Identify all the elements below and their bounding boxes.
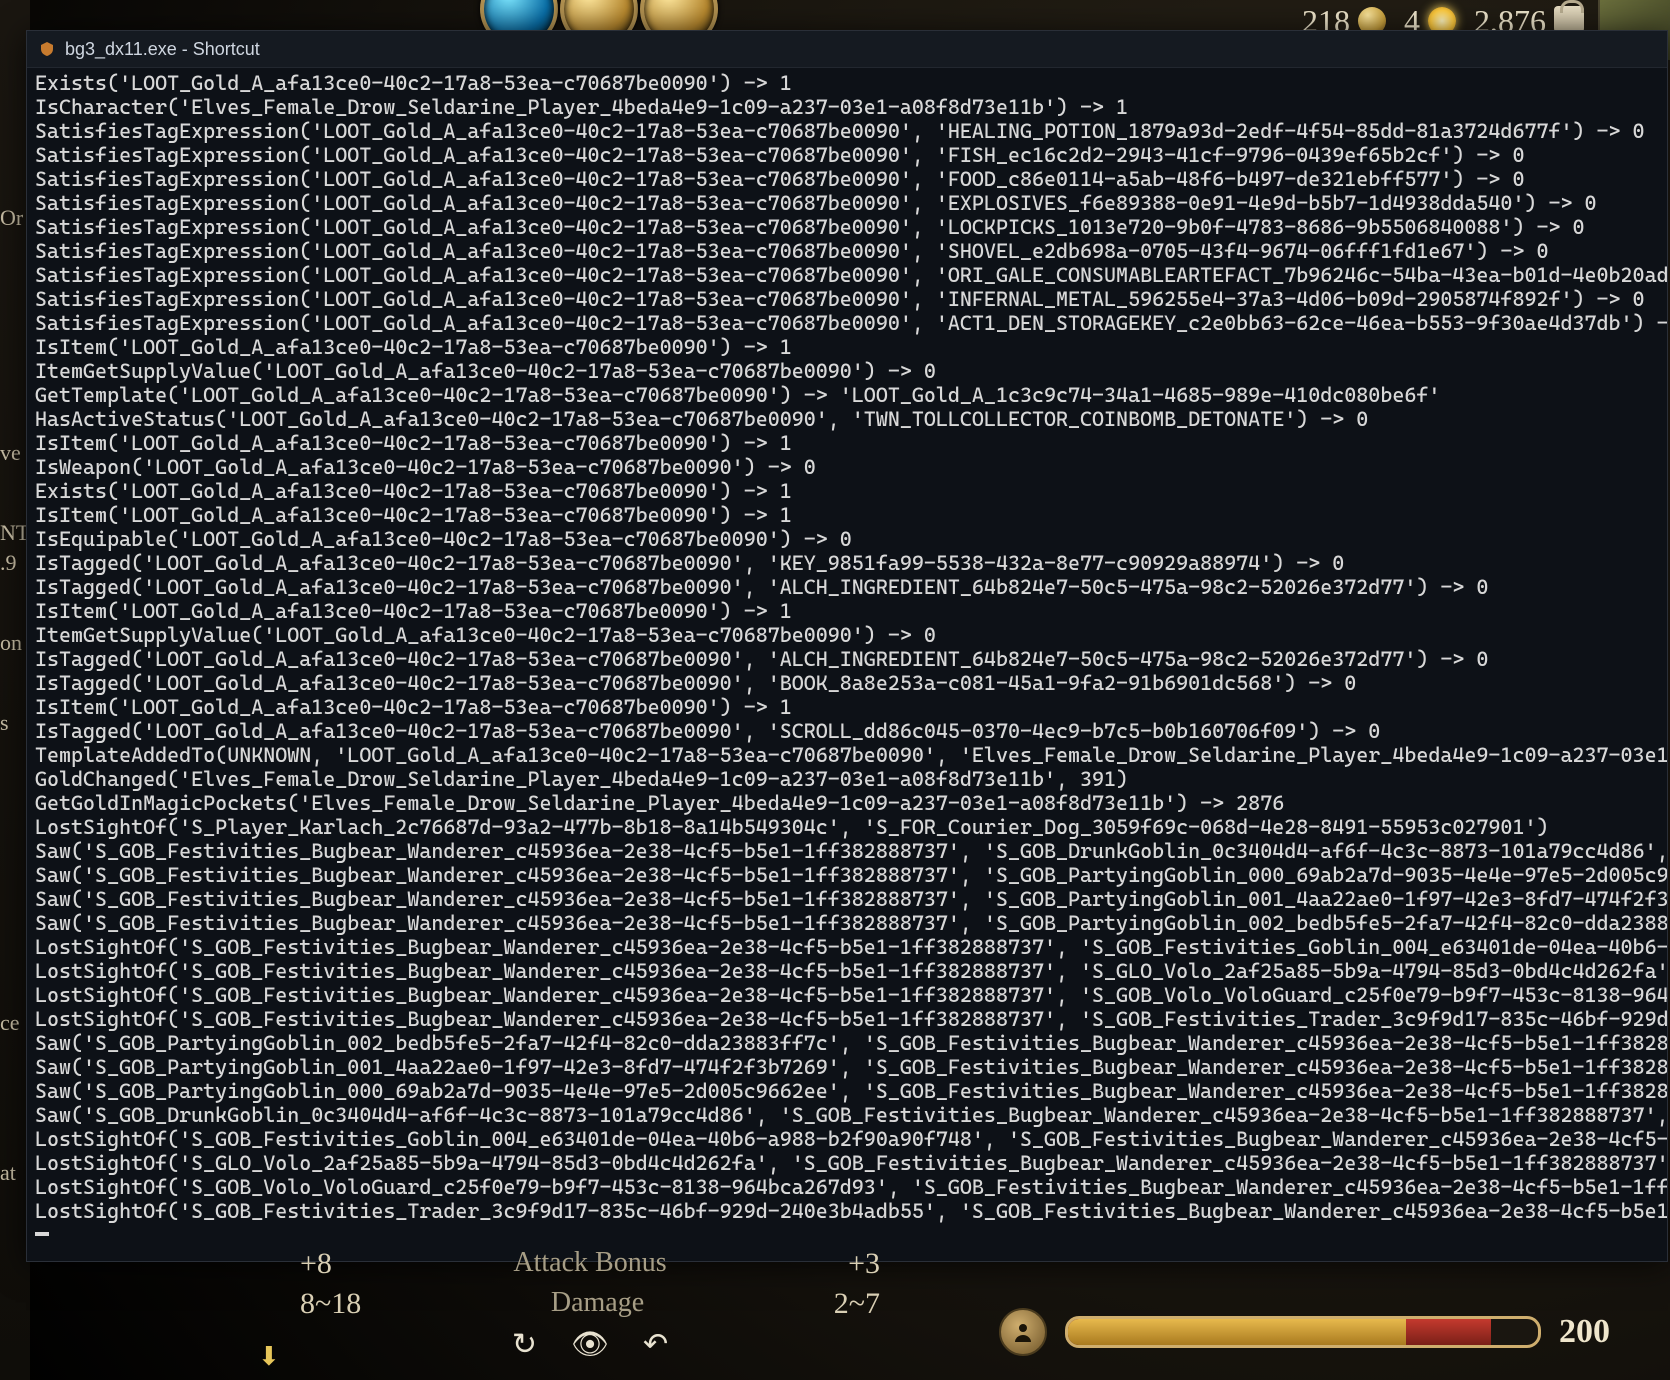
log-line: IsTagged('LOOT_Gold_A_afa13ce0-40c2-17a8… (35, 671, 1659, 695)
log-line: GetTemplate('LOOT_Gold_A_afa13ce0-40c2-1… (35, 383, 1659, 407)
log-line: HasActiveStatus('LOOT_Gold_A_afa13ce0-40… (35, 407, 1659, 431)
xp-mid-value: 150 (1284, 1345, 1323, 1348)
log-line: Saw('S_GOB_Festivities_Bugbear_Wanderer_… (35, 863, 1659, 887)
log-line: Saw('S_GOB_PartyingGoblin_000_69ab2a7d-9… (35, 1079, 1659, 1103)
xp-area: 150 200 (999, 1308, 1610, 1356)
weapon-stat-block: +8 Attack Bonus +3 8~18 Damage 2~7 ↻ 👁 ↶ (300, 1247, 880, 1362)
log-line: Saw('S_GOB_Festivities_Bugbear_Wanderer_… (35, 887, 1659, 911)
bg-text-fragment: NT (0, 520, 29, 546)
damage-left: 8~18 (300, 1287, 361, 1321)
log-line: LostSightOf('S_GOB_Festivities_Goblin_00… (35, 1127, 1659, 1151)
log-line: LostSightOf('S_GOB_Festivities_Bugbear_W… (35, 983, 1659, 1007)
log-line: IsItem('LOOT_Gold_A_afa13ce0-40c2-17a8-5… (35, 431, 1659, 455)
log-line: GetGoldInMagicPockets('Elves_Female_Drow… (35, 791, 1659, 815)
log-line: Saw('S_GOB_Festivities_Bugbear_Wanderer_… (35, 839, 1659, 863)
log-line: SatisfiesTagExpression('LOOT_Gold_A_afa1… (35, 287, 1659, 311)
log-line: ItemGetSupplyValue('LOOT_Gold_A_afa13ce0… (35, 359, 1659, 383)
log-line: LostSightOf('S_GLO_Volo_2af25a85-5b9a-47… (35, 1151, 1659, 1175)
log-line: SatisfiesTagExpression('LOOT_Gold_A_afa1… (35, 311, 1659, 335)
log-line: SatisfiesTagExpression('LOOT_Gold_A_afa1… (35, 263, 1659, 287)
bottom-game-ui: ⬇ +8 Attack Bonus +3 8~18 Damage 2~7 ↻ 👁… (0, 1260, 1670, 1380)
console-body[interactable]: Exists('LOOT_Gold_A_afa13ce0-40c2-17a8-5… (27, 67, 1667, 1261)
bg-text-fragment: s (0, 710, 9, 736)
eye-icon[interactable]: 👁 (571, 1327, 609, 1362)
attack-bonus-right: +3 (848, 1247, 880, 1281)
log-line: LostSightOf('S_GOB_Festivities_Trader_3c… (35, 1199, 1659, 1223)
bg-text-fragment: ce (0, 1010, 20, 1036)
log-line: Saw('S_GOB_PartyingGoblin_001_4aa22ae0-1… (35, 1055, 1659, 1079)
damage-right: 2~7 (834, 1287, 880, 1321)
log-line: IsTagged('LOOT_Gold_A_afa13ce0-40c2-17a8… (35, 647, 1659, 671)
log-line: Saw('S_GOB_Festivities_Bugbear_Wanderer_… (35, 911, 1659, 935)
scroll-down-icon[interactable]: ⬇ (258, 1341, 280, 1372)
damage-label: Damage (551, 1287, 644, 1321)
bg-text-fragment: at (0, 1160, 16, 1186)
log-line: IsTagged('LOOT_Gold_A_afa13ce0-40c2-17a8… (35, 575, 1659, 599)
undo-icon[interactable]: ↶ (643, 1327, 668, 1362)
bg-text-fragment: ve (0, 440, 21, 466)
console-cursor (35, 1232, 49, 1236)
log-line: IsCharacter('Elves_Female_Drow_Seldarine… (35, 95, 1659, 119)
log-line: LostSightOf('S_Player_Karlach_2c76687d-9… (35, 815, 1659, 839)
log-line: SatisfiesTagExpression('LOOT_Gold_A_afa1… (35, 119, 1659, 143)
log-line: Exists('LOOT_Gold_A_afa13ce0-40c2-17a8-5… (35, 71, 1659, 95)
log-line: IsTagged('LOOT_Gold_A_afa13ce0-40c2-17a8… (35, 551, 1659, 575)
log-line: IsWeapon('LOOT_Gold_A_afa13ce0-40c2-17a8… (35, 455, 1659, 479)
attack-bonus-label: Attack Bonus (513, 1247, 666, 1281)
xp-marker (1398, 1316, 1414, 1317)
log-line: LostSightOf('S_GOB_Volo_VoloGuard_c25f0e… (35, 1175, 1659, 1199)
character-badge[interactable] (999, 1308, 1047, 1356)
log-line: IsEquipable('LOOT_Gold_A_afa13ce0-40c2-1… (35, 527, 1659, 551)
log-line: SatisfiesTagExpression('LOOT_Gold_A_afa1… (35, 191, 1659, 215)
log-line: IsTagged('LOOT_Gold_A_afa13ce0-40c2-17a8… (35, 719, 1659, 743)
log-line: LostSightOf('S_GOB_Festivities_Bugbear_W… (35, 959, 1659, 983)
console-titlebar[interactable]: bg3_dx11.exe - Shortcut (27, 31, 1667, 68)
log-line: TemplateAddedTo(UNKNOWN, 'LOOT_Gold_A_af… (35, 743, 1659, 767)
log-line: GoldChanged('Elves_Female_Drow_Seldarine… (35, 767, 1659, 791)
log-line: SatisfiesTagExpression('LOOT_Gold_A_afa1… (35, 167, 1659, 191)
bg-text-fragment: .9 (0, 550, 17, 576)
log-line: ItemGetSupplyValue('LOOT_Gold_A_afa13ce0… (35, 623, 1659, 647)
bg-text-fragment: Or (0, 205, 23, 231)
log-line: IsItem('LOOT_Gold_A_afa13ce0-40c2-17a8-5… (35, 695, 1659, 719)
log-line: IsItem('LOOT_Gold_A_afa13ce0-40c2-17a8-5… (35, 503, 1659, 527)
log-line: SatisfiesTagExpression('LOOT_Gold_A_afa1… (35, 239, 1659, 263)
log-line: LostSightOf('S_GOB_Festivities_Bugbear_W… (35, 935, 1659, 959)
log-line: IsItem('LOOT_Gold_A_afa13ce0-40c2-17a8-5… (35, 599, 1659, 623)
attack-bonus-left: +8 (300, 1247, 332, 1281)
console-title: bg3_dx11.exe - Shortcut (65, 39, 260, 60)
refresh-icon[interactable]: ↻ (512, 1327, 537, 1362)
log-line: Saw('S_GOB_PartyingGoblin_002_bedb5fe5-2… (35, 1031, 1659, 1055)
xp-bar[interactable]: 150 (1065, 1316, 1541, 1348)
debug-console-window: bg3_dx11.exe - Shortcut Exists('LOOT_Gol… (26, 30, 1668, 1262)
log-line: SatisfiesTagExpression('LOOT_Gold_A_afa1… (35, 215, 1659, 239)
log-line: Saw('S_GOB_DrunkGoblin_0c3404d4-af6f-4c3… (35, 1103, 1659, 1127)
bg-text-fragment: on (0, 630, 22, 656)
xp-max-value: 200 (1559, 1313, 1610, 1351)
log-line: IsItem('LOOT_Gold_A_afa13ce0-40c2-17a8-5… (35, 335, 1659, 359)
log-line: Exists('LOOT_Gold_A_afa13ce0-40c2-17a8-5… (35, 479, 1659, 503)
log-line: SatisfiesTagExpression('LOOT_Gold_A_afa1… (35, 143, 1659, 167)
app-icon (39, 41, 55, 57)
log-line: LostSightOf('S_GOB_Festivities_Bugbear_W… (35, 1007, 1659, 1031)
xp-fill-gold (1068, 1319, 1406, 1345)
